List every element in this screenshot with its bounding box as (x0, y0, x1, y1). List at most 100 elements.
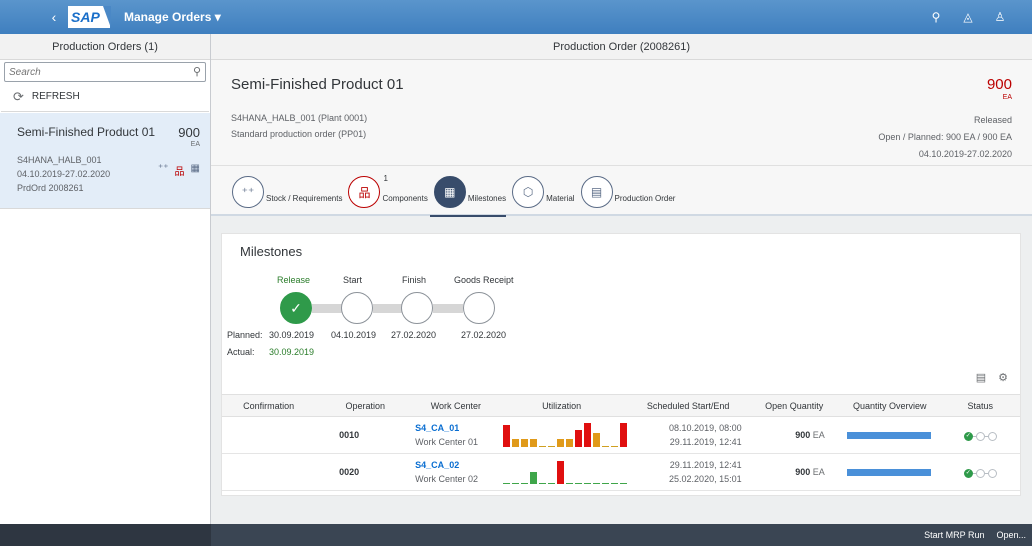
actual-date: 30.09.2019 (269, 347, 315, 357)
milestone-connector (312, 304, 342, 313)
tab-components[interactable]: 品 1 Components (348, 172, 428, 208)
notification-bell-icon[interactable]: ◬ (962, 10, 974, 24)
object-number-unit: EA (1002, 94, 1012, 101)
tab-count: 1 (383, 174, 388, 183)
back-icon[interactable]: ‹ (44, 9, 64, 25)
utilization-bar (538, 446, 546, 447)
scheduled-cell: 29.11.2019, 12:41 25.02.2020, 15:01 (626, 453, 750, 491)
quantity-bar (846, 468, 931, 476)
utilization-bars (502, 460, 627, 484)
work-center-desc: Work Center 02 (415, 474, 479, 484)
user-icon[interactable]: ♙ (994, 10, 1006, 24)
quantity-overview-cell (838, 416, 941, 454)
operations-table: Confirmation Operation Work Center Utili… (222, 394, 1020, 491)
col-confirmation[interactable]: Confirmation (222, 394, 316, 417)
utilization-bar (601, 483, 609, 484)
status-indicator: ✓ (963, 432, 997, 441)
material-icon: ⬡ (512, 176, 545, 208)
utilization-bar (529, 439, 537, 447)
milestone-label-finish: Finish (402, 275, 427, 285)
master-list-pane: Production Orders (1) ⚲ ⟳ REFRESH Semi-F… (0, 34, 211, 524)
open-qty-unit: EA (812, 430, 825, 440)
shell-bar: ‹ SAP Manage Orders ▾ ⚲ ◬ ♙ (0, 0, 1032, 34)
utilization-bar (592, 483, 600, 484)
open-qty-unit: EA (812, 467, 825, 477)
search-field[interactable]: ⚲ (4, 62, 206, 82)
work-center-cell: S4_CA_01 Work Center 01 (415, 416, 497, 454)
col-status[interactable]: Status (940, 394, 1020, 417)
milestone-node-start[interactable] (341, 292, 373, 324)
export-icon[interactable]: ▤ (976, 371, 986, 384)
milestone-node-goods-receipt[interactable] (463, 292, 495, 324)
utilization-bars (502, 423, 627, 447)
utilization-bar (538, 483, 546, 484)
open-in-button[interactable]: Open... (996, 530, 1026, 540)
app-title-menu[interactable]: Manage Orders ▾ (124, 10, 221, 24)
refresh-icon: ⟳ (13, 88, 24, 104)
master-list-title: Production Orders (1) (0, 34, 210, 60)
milestone-connector (373, 304, 403, 313)
planned-date: 30.09.2019 (269, 330, 315, 340)
tab-material[interactable]: ⬡ Material (512, 172, 575, 208)
object-title: Semi-Finished Product 01 (231, 76, 404, 93)
search-input[interactable] (5, 63, 205, 81)
planned-label: Planned: (227, 330, 263, 340)
list-item-production-order[interactable]: Semi-Finished Product 01 900 EA S4HANA_H… (0, 113, 210, 209)
scheduled-start: 08.10.2019, 08:00 (669, 423, 742, 433)
tab-stock-requirements[interactable]: ⁺⁺ Stock / Requirements (232, 172, 342, 208)
col-utilization[interactable]: Utilization (496, 394, 627, 417)
utilization-bar (556, 439, 564, 447)
object-attribute-material: S4HANA_HALB_001 (Plant 0001) (231, 113, 368, 123)
work-center-desc: Work Center 01 (415, 437, 479, 447)
logo-text: SAP (71, 9, 100, 25)
milestone-label-release: Release (277, 275, 311, 285)
utilization-bar (511, 483, 519, 484)
confirmation-cell (222, 453, 316, 491)
table-toolbar: ▤ ⚙ (976, 371, 1008, 384)
search-icon[interactable]: ⚲ (930, 10, 942, 24)
milestone-node-release[interactable]: ✓ (280, 292, 312, 324)
scheduled-end: 25.02.2020, 15:01 (669, 474, 742, 484)
work-center-link[interactable]: S4_CA_02 (415, 460, 496, 470)
tab-milestones[interactable]: ▦ Milestones (429, 172, 507, 217)
operation-cell: 0020 (315, 453, 416, 491)
actual-label: Actual: (227, 347, 255, 357)
col-work-center[interactable]: Work Center (415, 394, 497, 417)
object-number-value: 900 (986, 76, 1012, 93)
col-open-quantity[interactable]: Open Quantity (749, 394, 839, 417)
tab-label: Production Order (614, 194, 676, 203)
col-quantity-overview[interactable]: Quantity Overview (838, 394, 941, 417)
utilization-bar (583, 423, 591, 447)
col-operation[interactable]: Operation (315, 394, 416, 417)
components-icon: 品 (174, 167, 185, 178)
milestones-section: Milestones Release Start Finish Goods Re… (221, 233, 1021, 496)
utilization-bar (529, 472, 537, 484)
start-mrp-run-button[interactable]: Start MRP Run (924, 530, 984, 540)
table-row[interactable]: 0010 S4_CA_01 Work Center 01 08.10.2019,… (222, 416, 1020, 454)
status-done-dot: ✓ (963, 469, 973, 478)
list-item-order-number: PrdOrd 2008261 (17, 183, 84, 193)
col-scheduled[interactable]: Scheduled Start/End (626, 394, 750, 417)
tab-label: Material (546, 194, 575, 203)
tab-production-order[interactable]: ▤ Production Order (580, 172, 676, 208)
scheduled-end: 29.11.2019, 12:41 (669, 437, 742, 447)
detail-title: Production Order (2008261) (211, 34, 1032, 60)
table-row[interactable]: 0020 S4_CA_02 Work Center 02 29.11.2019,… (222, 453, 1020, 491)
refresh-button[interactable]: ⟳ REFRESH (1, 82, 209, 112)
sap-logo[interactable]: SAP (68, 6, 111, 28)
milestone-node-finish[interactable] (401, 292, 433, 324)
table-header-row: Confirmation Operation Work Center Utili… (222, 394, 1020, 417)
status-cell: ✓ (940, 453, 1020, 491)
settings-gear-icon[interactable]: ⚙ (998, 371, 1008, 384)
utilization-bar (619, 483, 627, 484)
utilization-bar (565, 439, 573, 447)
work-center-link[interactable]: S4_CA_01 (415, 423, 496, 433)
utilization-bar (619, 423, 627, 447)
status-cell: ✓ (940, 416, 1020, 454)
search-icon[interactable]: ⚲ (193, 65, 201, 78)
utilization-bar (565, 483, 573, 484)
utilization-bar (520, 483, 528, 484)
status-open-dot (987, 432, 997, 441)
work-center-cell: S4_CA_02 Work Center 02 (415, 453, 497, 491)
milestone-connector (433, 304, 463, 313)
